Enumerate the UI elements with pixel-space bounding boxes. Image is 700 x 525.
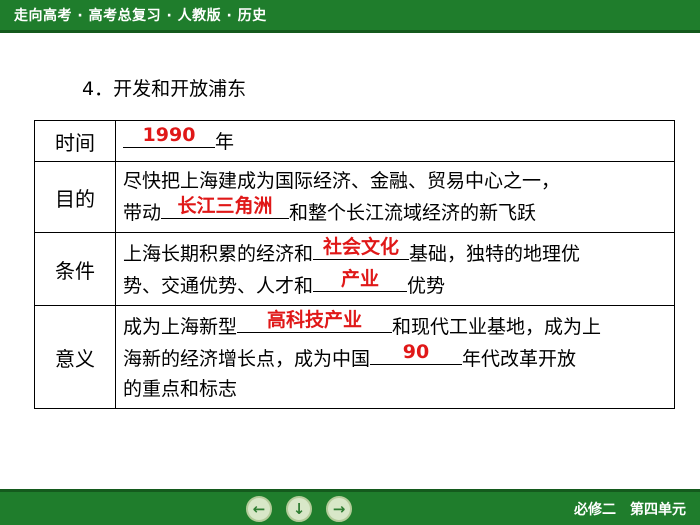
significance-cell: 成为上海新型 高科技产业 和现代工业基地，成为上 海新的经济增长点，成为中国 90 年代… xyxy=(115,305,675,409)
conditions-blank-2: 产业 xyxy=(313,268,408,292)
conditions-answer-1: 社会文化 xyxy=(323,236,400,258)
time-suffix: 年 xyxy=(215,131,235,153)
significance-prefix-2: 海新的经济增长点，成为中国 xyxy=(123,348,371,370)
info-table: 时间 1990 年 目的 尽快把上海建成为国际经济、金融、贸易中心之一， 带动 长江… xyxy=(34,120,675,409)
significance-line-3: 的重点和标志 xyxy=(123,378,238,400)
conditions-prefix-2: 势、交通优势、人才和 xyxy=(123,275,314,297)
time-blank: 1990 xyxy=(123,124,215,148)
table-row-conditions: 条件 上海长期积累的经济和 社会文化 基础，独特的地理优 势、交通优势、人才和 产业 优… xyxy=(34,232,675,306)
footer-bar: ← ↓ → 必修二 第四单元 xyxy=(0,489,700,525)
purpose-line-1: 尽快把上海建成为国际经济、金融、贸易中心之一， xyxy=(123,170,561,192)
conditions-blank-1: 社会文化 xyxy=(313,236,410,260)
conditions-line-2: 势、交通优势、人才和 产业 优势 xyxy=(123,268,674,301)
purpose-answer: 长江三角洲 xyxy=(177,195,273,217)
purpose-line-2: 带动 长江三角洲 和整个长江流域经济的新飞跃 xyxy=(123,195,674,228)
significance-answer-2: 90 xyxy=(402,341,430,363)
conditions-label: 条件 xyxy=(34,232,116,306)
significance-suffix-2: 年代改革开放 xyxy=(462,348,577,370)
purpose-blank: 长江三角洲 xyxy=(161,195,290,219)
arrow-left-icon: ← xyxy=(252,500,266,518)
significance-answer-1: 高科技产业 xyxy=(267,309,363,331)
home-button[interactable]: ↓ xyxy=(286,496,312,522)
conditions-prefix-1: 上海长期积累的经济和 xyxy=(123,243,314,265)
prev-button[interactable]: ← xyxy=(246,496,272,522)
conditions-answer-2: 产业 xyxy=(341,268,380,290)
significance-blank-1: 高科技产业 xyxy=(237,309,393,333)
time-label: 时间 xyxy=(34,120,116,162)
significance-label: 意义 xyxy=(34,305,116,409)
significance-prefix-1: 成为上海新型 xyxy=(123,316,238,338)
purpose-cell: 尽快把上海建成为国际经济、金融、贸易中心之一， 带动 长江三角洲 和整个长江流域经济… xyxy=(115,161,675,233)
conditions-line-1: 上海长期积累的经济和 社会文化 基础，独特的地理优 xyxy=(123,236,674,269)
purpose-label: 目的 xyxy=(34,161,116,233)
significance-line-2: 海新的经济增长点，成为中国 90 年代改革开放 xyxy=(123,341,674,374)
arrow-down-icon: ↓ xyxy=(292,500,306,518)
conditions-suffix-1: 基础，独特的地理优 xyxy=(409,243,581,265)
purpose-prefix: 带动 xyxy=(123,202,162,224)
conditions-suffix-2: 优势 xyxy=(407,275,446,297)
significance-line-1: 成为上海新型 高科技产业 和现代工业基地，成为上 xyxy=(123,309,674,342)
time-cell: 1990 年 xyxy=(115,120,675,162)
arrow-right-icon: → xyxy=(332,500,346,518)
purpose-suffix: 和整个长江流域经济的新飞跃 xyxy=(289,202,537,224)
significance-blank-2: 90 xyxy=(370,341,463,365)
table-row-significance: 意义 成为上海新型 高科技产业 和现代工业基地，成为上 海新的经济增长点，成为中国 9… xyxy=(34,305,675,409)
header-bar: 走向高考 · 高考总复习 · 人教版 · 历史 xyxy=(0,0,700,33)
header-title: 走向高考 · 高考总复习 · 人教版 · 历史 xyxy=(14,8,267,24)
table-row-purpose: 目的 尽快把上海建成为国际经济、金融、贸易中心之一， 带动 长江三角洲 和整个长江流… xyxy=(34,161,675,233)
section-heading: 4．开发和开放浦东 xyxy=(82,78,247,100)
next-button[interactable]: → xyxy=(326,496,352,522)
table-row-time: 时间 1990 年 xyxy=(34,120,675,162)
conditions-cell: 上海长期积累的经济和 社会文化 基础，独特的地理优 势、交通优势、人才和 产业 优势 xyxy=(115,232,675,306)
significance-suffix-1: 和现代工业基地，成为上 xyxy=(392,316,602,338)
time-answer: 1990 xyxy=(142,124,196,146)
footer-unit-label: 必修二 第四单元 xyxy=(574,502,686,518)
